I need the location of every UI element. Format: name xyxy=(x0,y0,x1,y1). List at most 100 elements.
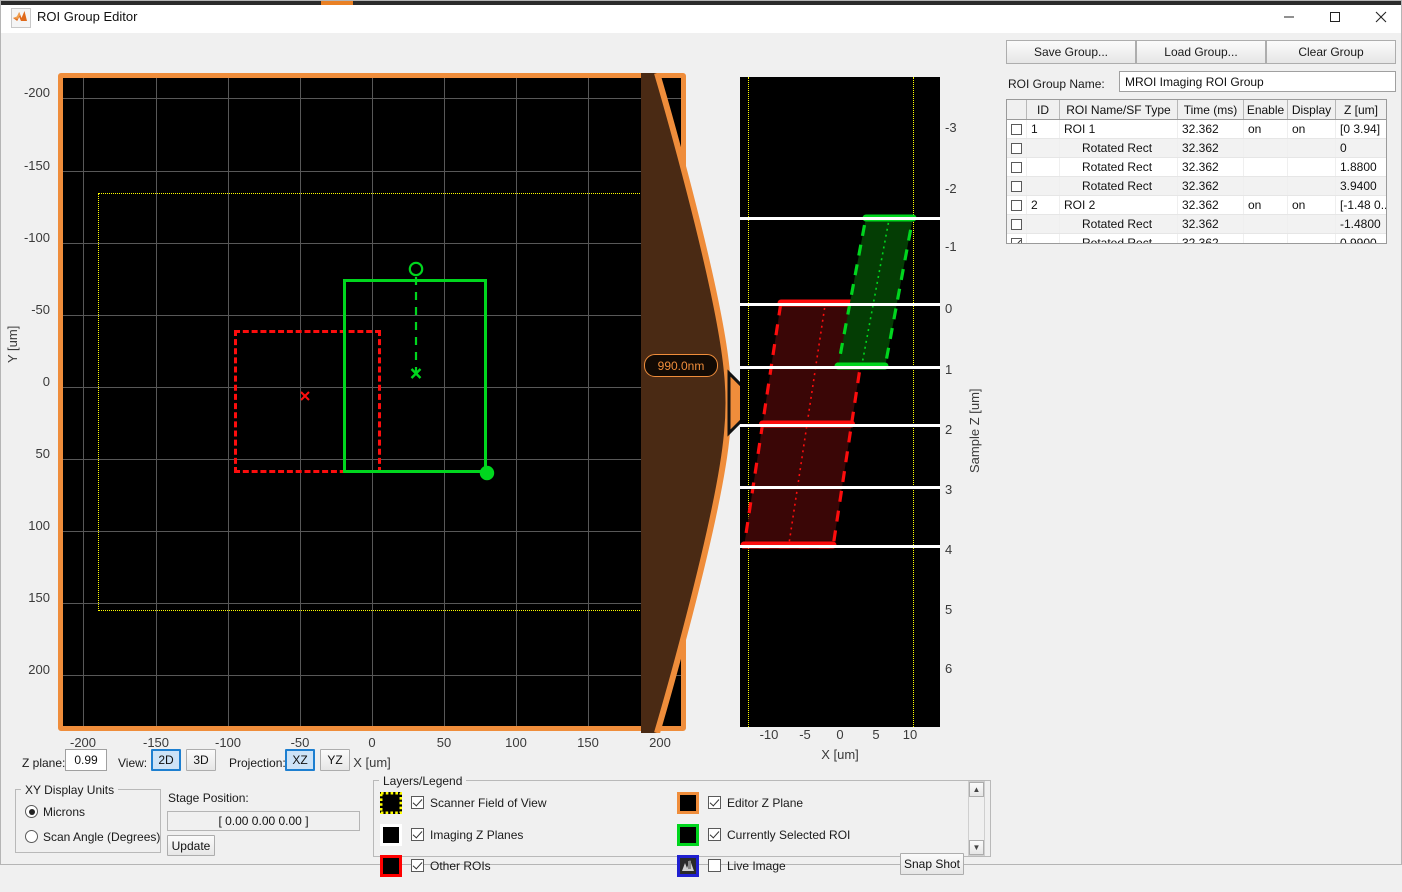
row-checkbox[interactable] xyxy=(1011,219,1022,230)
checkbox-other-rois[interactable] xyxy=(411,859,424,872)
radio-scan-angle[interactable] xyxy=(25,830,38,843)
th-enable[interactable]: Enable xyxy=(1244,100,1288,119)
row-checkbox[interactable] xyxy=(1011,200,1022,211)
xy-ytick: 100 xyxy=(6,518,50,533)
xy-plot-canvas[interactable] xyxy=(62,77,682,727)
row-checkbox-cell[interactable] xyxy=(1007,234,1027,244)
cell-display xyxy=(1288,177,1336,195)
selected-roi-rotation-handle[interactable] xyxy=(405,259,427,383)
th-display[interactable]: Display xyxy=(1288,100,1336,119)
selected-roi-resize-handle[interactable] xyxy=(476,462,498,484)
clear-group-button[interactable]: Clear Group xyxy=(1266,40,1396,64)
row-checkbox-cell[interactable] xyxy=(1007,158,1027,176)
xy-ytick: -150 xyxy=(6,158,50,173)
matlab-icon xyxy=(11,8,31,28)
view-3d-button[interactable]: 3D xyxy=(186,749,216,771)
plot-area: -200 -150 -100 -50 0 50 100 150 200 -200… xyxy=(1,33,1001,733)
row-checkbox[interactable] xyxy=(1011,238,1022,245)
legend-scroll-down-arrow[interactable]: ▼ xyxy=(969,840,984,855)
cell-roi-name: Rotated Rect xyxy=(1060,158,1178,176)
xz-ztick: -3 xyxy=(945,120,975,135)
load-group-button[interactable]: Load Group... xyxy=(1136,40,1266,64)
cell-id xyxy=(1027,139,1060,157)
other-roi-center-marker xyxy=(298,389,314,405)
row-checkbox-cell[interactable] xyxy=(1007,139,1027,157)
stage-position-label: Stage Position: xyxy=(168,791,249,805)
checkbox-imaging-z-planes[interactable] xyxy=(411,828,424,841)
cell-z: 0.9900 xyxy=(1336,234,1386,244)
row-checkbox[interactable] xyxy=(1011,143,1022,154)
checkbox-live-image[interactable] xyxy=(708,859,721,872)
zplane-input[interactable]: 0.99 xyxy=(65,749,107,771)
title-accent-left xyxy=(1,1,321,5)
row-checkbox-cell[interactable] xyxy=(1007,177,1027,195)
roi-table-header: ID ROI Name/SF Type Time (ms) Enable Dis… xyxy=(1007,100,1386,120)
row-checkbox[interactable] xyxy=(1011,181,1022,192)
minimize-button[interactable] xyxy=(1266,1,1312,32)
row-checkbox-cell[interactable] xyxy=(1007,215,1027,233)
th-time[interactable]: Time (ms) xyxy=(1178,100,1244,119)
cell-enable: on xyxy=(1244,120,1288,138)
xz-ztick: 0 xyxy=(945,301,975,316)
projection-yz-button[interactable]: YZ xyxy=(320,749,350,771)
row-checkbox-cell[interactable] xyxy=(1007,196,1027,214)
wavelength-callout: 990.0nm xyxy=(644,354,718,377)
xy-ylabel: Y [um] xyxy=(5,326,20,363)
radio-microns[interactable] xyxy=(25,805,38,818)
roi-table[interactable]: ID ROI Name/SF Type Time (ms) Enable Dis… xyxy=(1006,99,1387,244)
xy-ytick: -50 xyxy=(6,302,50,317)
cell-roi-name: Rotated Rect xyxy=(1060,177,1178,195)
cell-display xyxy=(1288,215,1336,233)
imaging-z-plane xyxy=(740,486,940,489)
cell-enable xyxy=(1244,158,1288,176)
maximize-button[interactable] xyxy=(1312,1,1358,32)
table-row[interactable]: 2ROI 232.362onon[-1.48 0.... xyxy=(1007,196,1386,215)
xz-ztick: -1 xyxy=(945,239,975,254)
checkbox-scanner-fov[interactable] xyxy=(411,796,424,809)
imaging-z-plane xyxy=(740,545,940,548)
table-row[interactable]: Rotated Rect32.3623.9400 xyxy=(1007,177,1386,196)
legend-scroll-up-arrow[interactable]: ▲ xyxy=(969,782,984,797)
cell-z: 1.8800 xyxy=(1336,158,1386,176)
group-name-label: ROI Group Name: xyxy=(1008,77,1105,91)
xz-ztick: 6 xyxy=(945,661,975,676)
window-content: -200 -150 -100 -50 0 50 100 150 200 -200… xyxy=(1,33,1401,864)
row-checkbox[interactable] xyxy=(1011,162,1022,173)
th-z[interactable]: Z [um] xyxy=(1336,100,1386,119)
xz-zlabel: Sample Z [um] xyxy=(967,388,982,473)
row-checkbox[interactable] xyxy=(1011,124,1022,135)
projection-xz-button[interactable]: XZ xyxy=(285,749,315,771)
view-2d-button[interactable]: 2D xyxy=(151,749,181,771)
table-row[interactable]: Rotated Rect32.3620 xyxy=(1007,139,1386,158)
close-button[interactable] xyxy=(1358,1,1402,32)
table-row[interactable]: Rotated Rect32.3620.9900 xyxy=(1007,234,1386,244)
xz-ztick: -2 xyxy=(945,181,975,196)
window-title: ROI Group Editor xyxy=(37,9,137,24)
th-id[interactable]: ID xyxy=(1027,100,1060,119)
table-row[interactable]: Rotated Rect32.362-1.4800 xyxy=(1007,215,1386,234)
cell-z: [-1.48 0.... xyxy=(1336,196,1386,214)
cell-enable xyxy=(1244,139,1288,157)
label-imaging-z-planes: Imaging Z Planes xyxy=(430,828,523,842)
group-name-input[interactable]: MROI Imaging ROI Group xyxy=(1119,71,1396,92)
label-live-image: Live Image xyxy=(727,859,786,873)
gridline-h xyxy=(62,171,682,172)
label-currently-selected-roi: Currently Selected ROI xyxy=(727,828,850,842)
save-group-button[interactable]: Save Group... xyxy=(1006,40,1136,64)
xz-plot-canvas[interactable] xyxy=(740,77,940,727)
checkbox-editor-z-plane[interactable] xyxy=(708,796,721,809)
cell-roi-name: ROI 2 xyxy=(1060,196,1178,214)
th-check xyxy=(1007,100,1027,119)
row-checkbox-cell[interactable] xyxy=(1007,120,1027,138)
cell-id xyxy=(1027,177,1060,195)
th-roi-name[interactable]: ROI Name/SF Type xyxy=(1060,100,1178,119)
update-button[interactable]: Update xyxy=(167,835,215,856)
checkbox-currently-selected-roi[interactable] xyxy=(708,828,721,841)
table-row[interactable]: Rotated Rect32.3621.8800 xyxy=(1007,158,1386,177)
snapshot-button[interactable]: Snap Shot xyxy=(900,853,964,875)
cell-time: 32.362 xyxy=(1178,139,1244,157)
cell-enable: on xyxy=(1244,196,1288,214)
roi-table-body: 1ROI 132.362onon[0 3.94]Rotated Rect32.3… xyxy=(1007,120,1386,244)
layers-legend-title: Layers/Legend xyxy=(379,774,466,788)
table-row[interactable]: 1ROI 132.362onon[0 3.94] xyxy=(1007,120,1386,139)
